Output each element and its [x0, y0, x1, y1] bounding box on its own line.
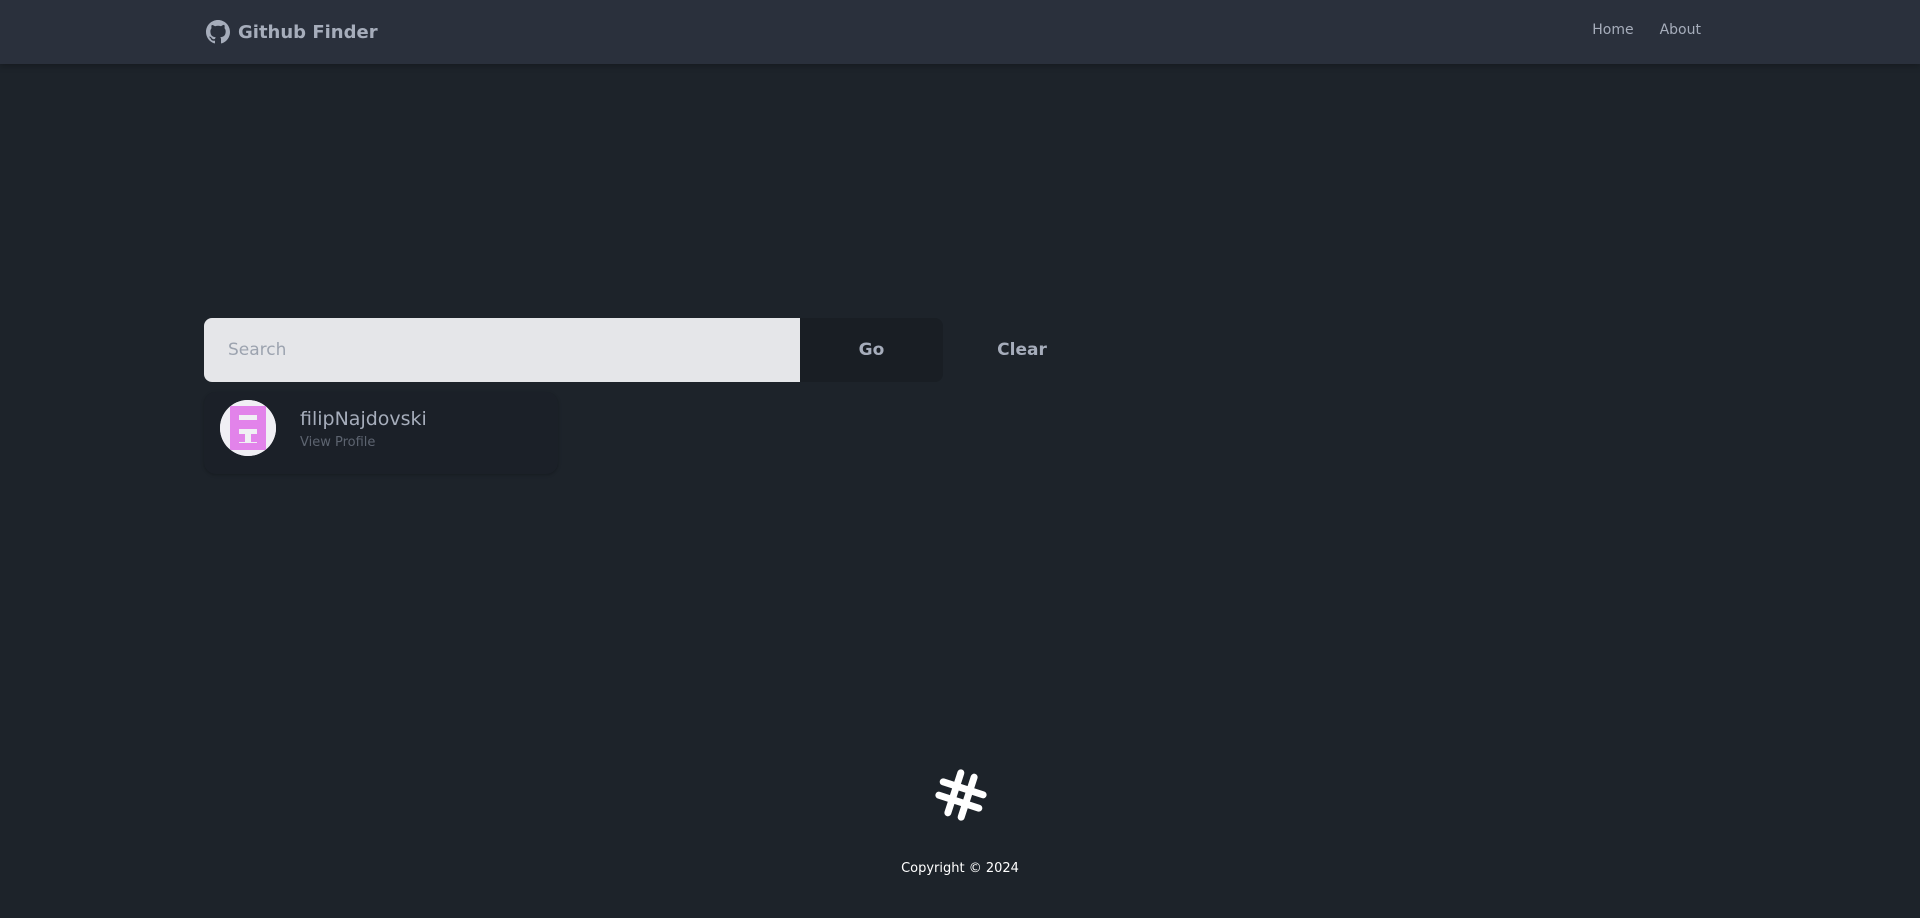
search-form: Go: [204, 318, 943, 382]
clear-button[interactable]: Clear: [960, 318, 1084, 382]
nav-link-about[interactable]: About: [1660, 22, 1701, 38]
hashtag-logo-icon: [934, 768, 988, 822]
nav-link-home[interactable]: Home: [1592, 22, 1633, 38]
identicon-avatar: [220, 400, 276, 456]
github-icon: [206, 20, 230, 44]
user-card: filipNajdovski View Profile: [204, 392, 558, 474]
search-input[interactable]: [204, 318, 800, 382]
copyright-text: Copyright © 2024: [901, 861, 1019, 876]
nav-links: Home About: [1592, 22, 1701, 38]
brand[interactable]: Github Finder: [206, 18, 378, 46]
view-profile-link[interactable]: View Profile: [300, 435, 375, 450]
navbar: Github Finder Home About: [0, 0, 1920, 64]
go-button[interactable]: Go: [800, 318, 943, 382]
brand-title: Github Finder: [238, 21, 378, 43]
user-login: filipNajdovski: [300, 408, 427, 430]
